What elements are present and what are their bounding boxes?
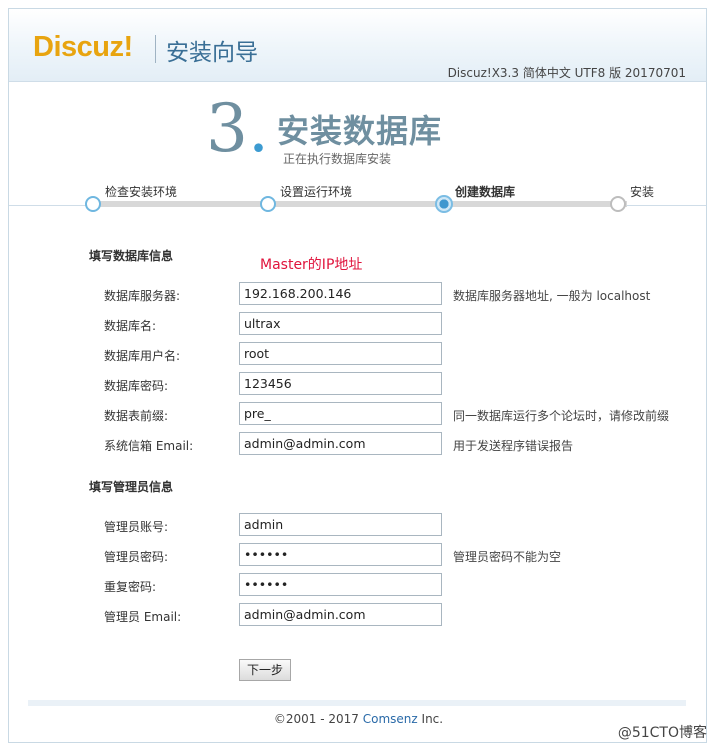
progress-step-current-icon — [435, 195, 453, 213]
system-email-hint: 用于发送程序错误报告 — [453, 439, 574, 453]
db-name-label: 数据库名: — [104, 319, 157, 333]
db-user-input[interactable]: root — [239, 342, 442, 365]
logo-divider — [155, 35, 156, 63]
progress-step-label: 检查安装环境 — [105, 185, 178, 199]
repeat-password-label: 重复密码: — [104, 580, 157, 594]
admin-password-input[interactable]: •••••• — [239, 543, 442, 566]
header-title: 安装向导 — [166, 40, 258, 66]
admin-section-title: 填写管理员信息 — [89, 480, 174, 494]
admin-password-hint: 管理员密码不能为空 — [453, 550, 562, 564]
admin-account-input[interactable]: admin — [239, 513, 442, 536]
db-host-hint: 数据库服务器地址, 一般为 localhost — [453, 289, 651, 303]
db-host-label: 数据库服务器: — [104, 289, 181, 303]
progress-step-done-icon — [260, 196, 276, 212]
discuz-logo: Discuz! — [33, 31, 133, 63]
version-info: Discuz!X3.3 简体中文 UTF8 版 20170701 — [447, 66, 686, 80]
db-host-input[interactable]: 192.168.200.146 — [239, 282, 442, 305]
admin-password-label: 管理员密码: — [104, 550, 169, 564]
progress-step-label: 创建数据库 — [455, 185, 516, 199]
db-password-label: 数据库密码: — [104, 379, 169, 393]
step-subtitle: 正在执行数据库安装 — [283, 152, 392, 166]
footer-suffix: Inc. — [417, 712, 444, 726]
header: Discuz! 安装向导 Discuz!X3.3 简体中文 UTF8 版 201… — [9, 9, 706, 82]
footer-copyright: ©2001 - 2017 — [273, 712, 363, 726]
table-prefix-input[interactable]: pre_ — [239, 402, 442, 425]
system-email-input[interactable]: admin@admin.com — [239, 432, 442, 455]
next-step-button[interactable]: 下一步 — [239, 659, 291, 681]
admin-account-label: 管理员账号: — [104, 520, 169, 534]
progress-step-label: 安装 — [630, 185, 655, 199]
system-email-label: 系统信箱 Email: — [104, 439, 194, 453]
repeat-password-input[interactable]: •••••• — [239, 573, 442, 596]
footer: ©2001 - 2017 Comsenz Inc. — [0, 712, 717, 726]
progress-step-label: 设置运行环境 — [280, 185, 353, 199]
footer-divider — [28, 700, 686, 706]
step-title: 安装数据库 — [277, 112, 443, 150]
progress-step-pending-icon — [610, 196, 626, 212]
progress-track — [92, 201, 627, 207]
progress-step-done-icon — [85, 196, 101, 212]
db-user-label: 数据库用户名: — [104, 349, 181, 363]
step-number: 3. — [206, 90, 269, 167]
admin-email-input[interactable]: admin@admin.com — [239, 603, 442, 626]
watermark: @51CTO博客 — [617, 725, 707, 741]
table-prefix-label: 数据表前缀: — [104, 409, 169, 423]
db-password-input[interactable]: 123456 — [239, 372, 442, 395]
db-section-title: 填写数据库信息 — [89, 249, 174, 263]
comsenz-link[interactable]: Comsenz — [363, 712, 418, 726]
table-prefix-hint: 同一数据库运行多个论坛时，请修改前缀 — [453, 409, 670, 423]
admin-email-label: 管理员 Email: — [104, 610, 182, 624]
db-name-input[interactable]: ultrax — [239, 312, 442, 335]
progress-bar: 检查安装环境 设置运行环境 创建数据库 安装 — [9, 170, 706, 213]
annotation-note: Master的IP地址 — [260, 257, 363, 273]
